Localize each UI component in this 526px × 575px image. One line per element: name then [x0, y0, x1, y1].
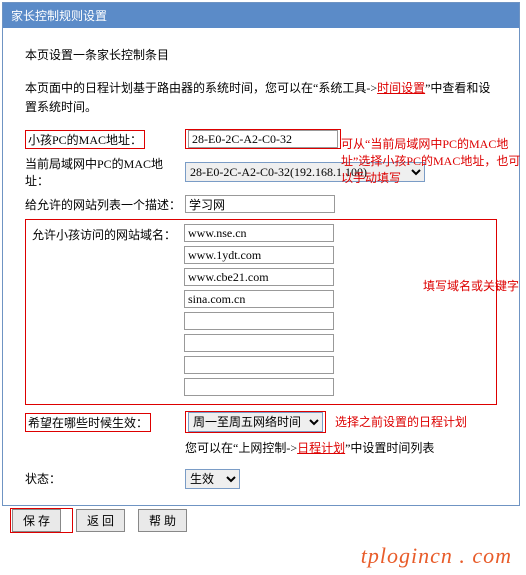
panel-body: 本页设置一条家长控制条目 本页面中的日程计划基于路由器的系统时间，您可以在“系统…	[3, 28, 519, 505]
domain-input-2[interactable]	[184, 246, 334, 264]
schedule-select[interactable]: 周一至周五网络时间	[188, 412, 323, 432]
help-button[interactable]: 帮 助	[138, 509, 187, 532]
panel-title: 家长控制规则设置	[3, 3, 519, 28]
domain-input-5[interactable]	[184, 312, 334, 330]
domain-input-8[interactable]	[184, 378, 334, 396]
domain-input-7[interactable]	[184, 356, 334, 374]
domain-input-4[interactable]	[184, 290, 334, 308]
back-button[interactable]: 返 回	[76, 509, 125, 532]
rule-settings-panel: 家长控制规则设置 本页设置一条家长控制条目 本页面中的日程计划基于路由器的系统时…	[2, 2, 520, 506]
domain-input-3[interactable]	[184, 268, 334, 286]
save-button[interactable]: 保 存	[12, 509, 61, 532]
lan-mac-label: 当前局域网中PC的MAC地址：	[25, 155, 185, 189]
domains-block: 允许小孩访问的网站域名：	[25, 219, 497, 405]
status-select[interactable]: 生效	[185, 469, 240, 489]
schedule-plan-link[interactable]: 日程计划	[297, 441, 345, 455]
domains-label: 允许小孩访问的网站域名：	[32, 224, 184, 243]
status-row: 状态： 生效	[25, 469, 497, 489]
schedule-tip-note: 选择之前设置的日程计划	[335, 413, 467, 430]
domain-tip-note: 填写域名或关键字	[423, 278, 523, 295]
domain-input-1[interactable]	[184, 224, 334, 242]
mac-tip-note: 可从“当前局域网中PC的MAC地址”选择小孩PC的MAC地址，也可以手动填写	[341, 136, 521, 186]
after-sched-post: ”中设置时间列表	[345, 441, 434, 455]
domain-input-6[interactable]	[184, 334, 334, 352]
child-mac-input[interactable]	[188, 130, 338, 148]
domain-fields	[184, 224, 334, 400]
schedule-row: 希望在哪些时候生效： 周一至周五网络时间 选择之前设置的日程计划	[25, 411, 497, 433]
desc-input[interactable]	[185, 195, 335, 213]
time-settings-link[interactable]: 时间设置	[377, 81, 425, 95]
intro-title: 本页设置一条家长控制条目	[25, 46, 497, 63]
intro-desc: 本页面中的日程计划基于路由器的系统时间，您可以在“系统工具->时间设置”中查看和…	[25, 79, 497, 117]
child-mac-label: 小孩PC的MAC地址：	[25, 130, 145, 149]
watermark-text: tplogincn . com	[0, 539, 526, 575]
intro-desc-pre: 本页面中的日程计划基于路由器的系统时间，您可以在“系统工具->	[25, 81, 377, 95]
desc-row: 给允许的网站列表一个描述：	[25, 195, 497, 213]
button-bar: 保 存 返 回 帮 助	[10, 508, 526, 533]
after-schedule-note: 您可以在“上网控制->日程计划”中设置时间列表	[185, 439, 497, 458]
schedule-label: 希望在哪些时候生效：	[25, 413, 151, 432]
desc-label: 给允许的网站列表一个描述：	[25, 196, 185, 213]
status-label: 状态：	[25, 470, 185, 487]
after-sched-pre: 您可以在“上网控制->	[185, 441, 297, 455]
